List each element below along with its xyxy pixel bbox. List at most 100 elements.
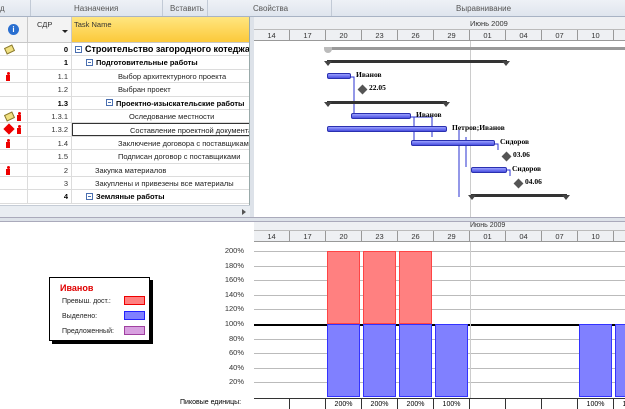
table-row[interactable]: 4 Земляные работы: [0, 190, 249, 204]
ribbon-group-alignment[interactable]: Выравнивание: [456, 4, 511, 13]
allocated-bar[interactable]: [363, 324, 396, 397]
overallocated-bar[interactable]: [399, 251, 432, 324]
table-horizontal-scrollbar[interactable]: [0, 205, 250, 217]
person-icon: [17, 112, 21, 121]
indicator-cell: [0, 123, 28, 136]
table-row[interactable]: 0 Строительство загородного котеджа: [0, 43, 249, 57]
table-row[interactable]: 1.3.2 Составление проектной документации: [0, 123, 249, 137]
task-bar[interactable]: [351, 113, 411, 119]
info-icon: i: [8, 24, 19, 35]
indicator-cell: [0, 177, 28, 190]
note-icon: [3, 111, 16, 122]
task-name-cell[interactable]: Оследование местности: [72, 110, 249, 122]
task-bar[interactable]: [411, 139, 495, 146]
collapse-icon[interactable]: [86, 192, 93, 200]
ribbon: д Назначения Вставить Свойства Выравнива…: [0, 0, 625, 17]
dropdown-arrow-icon[interactable]: [62, 30, 68, 33]
allocated-bar[interactable]: [579, 324, 612, 397]
wbs-cell: 1.3.2: [28, 123, 72, 136]
wbs-column-header[interactable]: СДР: [28, 17, 72, 43]
allocated-bar[interactable]: [615, 324, 625, 397]
collapse-icon[interactable]: [86, 58, 93, 66]
task-name-cell[interactable]: Закупка материалов: [72, 164, 249, 176]
task-name: Подписан договор с поставщиками: [118, 152, 241, 162]
task-name: Заключение договора с поставщиками: [118, 138, 250, 148]
summary-bar[interactable]: [324, 100, 450, 107]
task-name-cell[interactable]: Строительство загородного котеджа: [72, 43, 249, 55]
task-name-cell[interactable]: Закуплены и привезены все материалы: [72, 177, 249, 189]
table-row[interactable]: 1.3 Проектно-изыскательские работы: [0, 96, 249, 110]
timescale-day: 29: [434, 231, 470, 242]
legend-resource-name: Иванов: [60, 283, 94, 293]
wbs-cell: 1.3: [28, 96, 72, 109]
bar-label: Сидоров: [500, 136, 530, 146]
task-name: Оследование местности: [129, 112, 215, 121]
gridline: [254, 265, 625, 267]
overallocated-bar[interactable]: [363, 251, 396, 324]
task-name: Выбран проект: [118, 85, 171, 95]
y-tick-label: 40%: [228, 362, 244, 372]
table-row[interactable]: 1.2 Выбран проект: [0, 83, 249, 97]
y-tick-label: 20%: [228, 377, 244, 387]
table-row[interactable]: 1 Подготовительные работы: [0, 56, 249, 70]
table-row[interactable]: 1.4 Заключение договора с поставщиками: [0, 136, 250, 151]
task-name-cell[interactable]: Проектно-изыскательские работы: [72, 97, 249, 109]
timescale-day: 07: [542, 231, 578, 242]
task-bar[interactable]: [327, 126, 447, 133]
table-row[interactable]: 1.3.1 Оследование местности: [0, 110, 249, 124]
collapse-icon[interactable]: [75, 45, 82, 53]
task-name-cell[interactable]: Составление проектной документации: [72, 123, 249, 136]
bar-label: Иванов: [416, 110, 442, 119]
table-row[interactable]: 1.1 Выбор архитектурного проекта: [0, 69, 249, 84]
histogram-month: Июнь 2009: [470, 222, 506, 229]
peak-units-cell: 100%: [614, 398, 625, 409]
timescale-day: 23: [362, 231, 398, 242]
legend-swatch: [124, 326, 145, 335]
task-name-cell[interactable]: Выбор архитектурного проекта: [72, 70, 249, 82]
y-tick-label: 120%: [224, 304, 244, 314]
task-name-cell[interactable]: Выбран проект: [72, 83, 249, 95]
resource-legend: Иванов Превыш. дост.: Выделено: Предложенн…: [49, 277, 150, 341]
task-name-cell[interactable]: Подписан договор с поставщиками: [72, 150, 249, 162]
ribbon-group-insert[interactable]: Вставить: [170, 4, 204, 13]
task-name-cell[interactable]: Заключение договора с поставщиками: [72, 137, 250, 149]
allocated-bar[interactable]: [435, 324, 468, 397]
info-column-header[interactable]: i: [0, 17, 28, 43]
indicator-cell: [0, 190, 28, 203]
peak-units-cell: 100%: [578, 398, 614, 409]
task-name: Проектно-изыскательские работы: [116, 98, 245, 108]
indicator-cell: [0, 56, 28, 69]
gridline: [254, 294, 625, 296]
alert-icon: [3, 123, 15, 136]
legend-label: Превыш. дост.:: [62, 298, 111, 305]
bar-label: Сидоров: [512, 163, 542, 173]
task-name-cell[interactable]: Земляные работы: [72, 190, 249, 202]
person-icon: [6, 138, 10, 148]
y-tick-label: 200%: [224, 246, 244, 255]
legend-swatch: [124, 311, 145, 320]
allocated-bar[interactable]: [399, 324, 432, 397]
note-icon: [3, 44, 16, 55]
summary-bar[interactable]: [468, 194, 570, 201]
scroll-right-icon[interactable]: [242, 209, 246, 215]
task-name-column-header[interactable]: Task Name: [72, 17, 249, 43]
wbs-cell: 1.4: [28, 136, 72, 150]
task-name: Подготовительные работы: [96, 58, 198, 68]
allocated-bar[interactable]: [327, 324, 360, 397]
project-summary-bar[interactable]: [327, 47, 625, 50]
table-row[interactable]: 3 Закуплены и привезены все материалы: [0, 177, 249, 191]
task-name-cell[interactable]: Подготовительные работы: [72, 56, 249, 68]
summary-bar[interactable]: [324, 60, 510, 67]
task-bar[interactable]: [327, 72, 351, 79]
overallocated-bar[interactable]: [327, 251, 360, 324]
table-row[interactable]: 2 Закупка материалов: [0, 163, 249, 177]
table-row[interactable]: 1.5 Подписан договор с поставщиками: [0, 150, 249, 164]
gridline: [254, 251, 625, 252]
ribbon-group-properties[interactable]: Свойства: [253, 4, 288, 13]
y-tick-label: 60%: [228, 348, 244, 358]
peak-units-cell: 100%: [434, 398, 470, 409]
timescale-day: 17: [290, 231, 326, 242]
ribbon-group-assignments[interactable]: Назначения: [74, 4, 118, 13]
task-bar[interactable]: [471, 166, 507, 173]
collapse-icon[interactable]: [106, 99, 113, 107]
